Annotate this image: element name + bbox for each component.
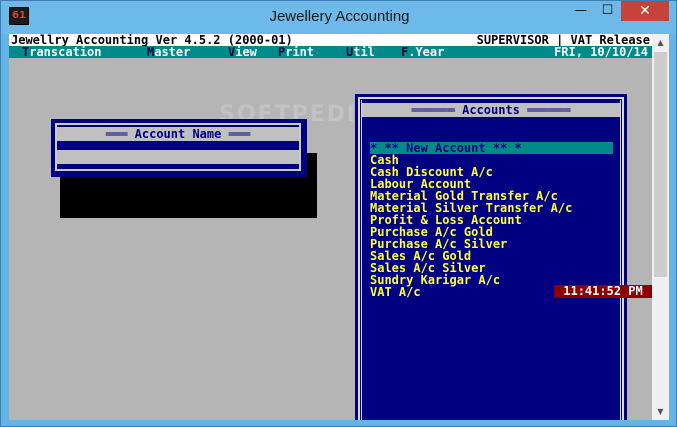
vertical-scrollbar[interactable]: ▲ ▼ — [652, 34, 669, 420]
close-button[interactable]: ✕ — [621, 1, 669, 21]
console-client-area: Jewellry Accounting Ver 4.5.2 (2000-01) … — [9, 34, 669, 420]
scroll-up-arrow-icon[interactable]: ▲ — [652, 34, 669, 51]
console-screen[interactable]: Jewellry Accounting Ver 4.5.2 (2000-01) … — [9, 34, 652, 420]
menu-item-util[interactable]: Util — [346, 46, 375, 58]
title-bar[interactable]: 61 Jewellery Accounting — ☐ ✕ — [1, 1, 676, 34]
account-name-dialog: ═══ Account Name ═══ — [51, 119, 307, 177]
accounts-title: ══════ Accounts ══════ — [362, 103, 620, 117]
desktop-area: SOFTPEDIA ═══ Account Name ═══ ══════ Ac… — [9, 58, 652, 420]
menu-label: iew — [235, 45, 257, 59]
scroll-down-arrow-icon[interactable]: ▼ — [652, 403, 669, 420]
app-window: 61 Jewellery Accounting — ☐ ✕ Jewellry A… — [0, 0, 677, 427]
menu-item-master[interactable]: Master — [147, 46, 190, 58]
menu-label: .Year — [408, 45, 445, 59]
account-name-input[interactable] — [57, 150, 299, 164]
accounts-list: * ** New Account ** * Cash Cash Discount A… — [370, 142, 613, 298]
menu-item-print[interactable]: Print — [278, 46, 314, 58]
menu-bar: FRI, 10/10/14 Transcation Master View Print… — [9, 46, 652, 58]
date-display: FRI, 10/10/14 — [554, 45, 648, 59]
scrollbar-thumb[interactable] — [654, 52, 667, 277]
new-account-item[interactable]: * ** New Account ** * — [370, 142, 613, 154]
clock-display: 11:41:52 PM — [554, 285, 652, 298]
menu-label: ranscation — [29, 45, 102, 59]
menu-item-transcation[interactable]: Transcation — [22, 46, 101, 58]
menu-label: til — [353, 45, 375, 59]
menu-label: rint — [285, 45, 315, 59]
menu-item-fyear[interactable]: F.Year — [401, 46, 444, 58]
accounts-panel: ══════ Accounts ══════ * ** New Account … — [355, 94, 627, 420]
minimize-button[interactable]: — — [567, 1, 594, 21]
menu-label: aster — [154, 45, 191, 59]
account-name-title: ═══ Account Name ═══ — [57, 127, 299, 141]
maximize-button[interactable]: ☐ — [594, 1, 621, 21]
menu-item-view[interactable]: View — [228, 46, 257, 58]
